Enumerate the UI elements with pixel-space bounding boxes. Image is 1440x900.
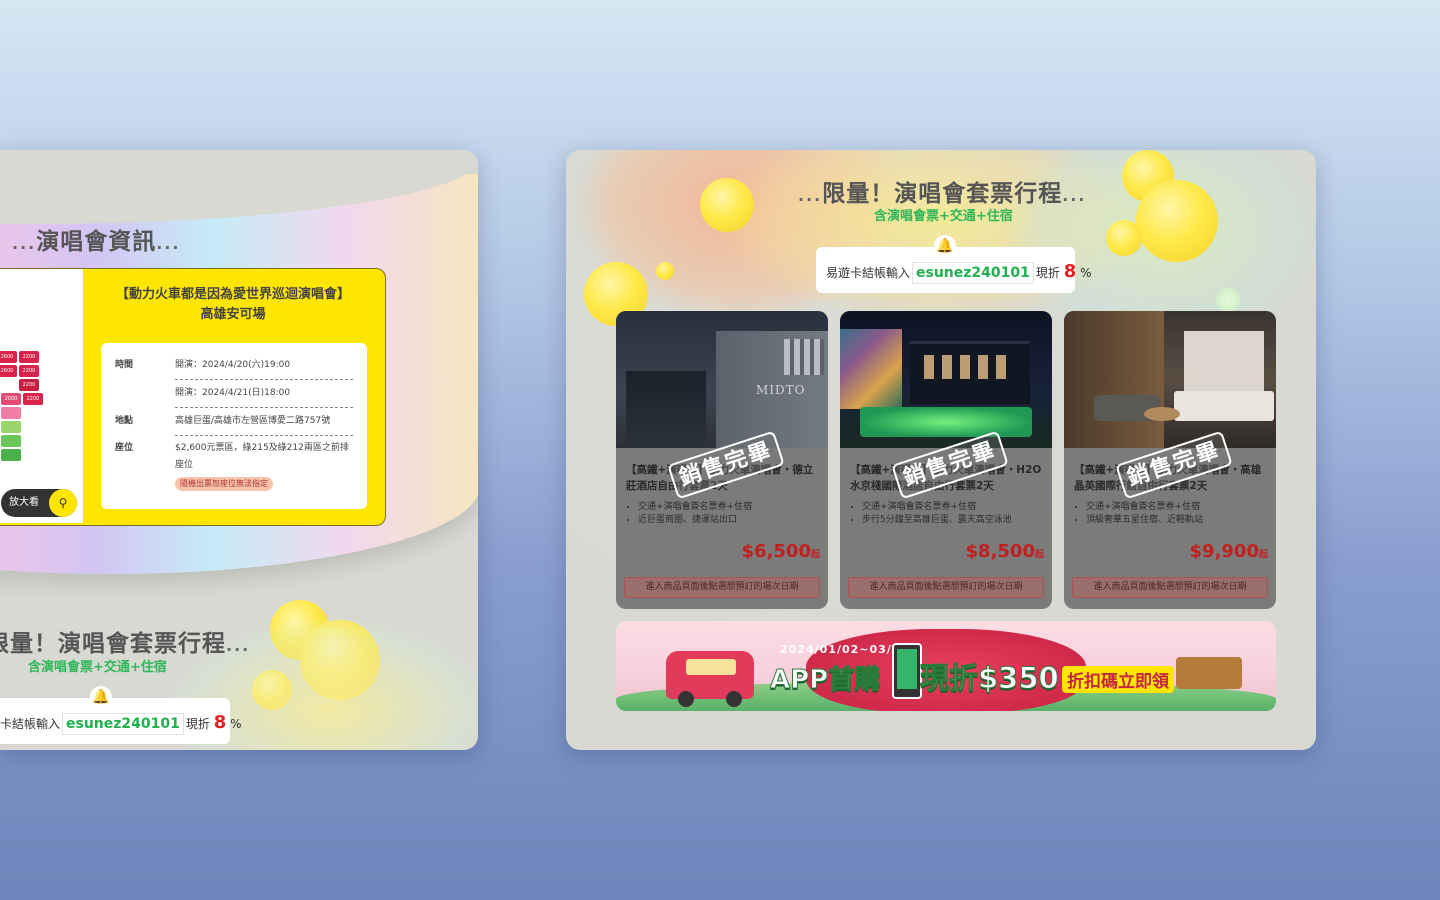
banner-date: 2024/01/02~03/31	[780, 643, 910, 656]
package-title: ...限量！演唱會套票行程...	[798, 181, 1087, 207]
place-label: 地點	[115, 416, 134, 426]
van-illustration	[666, 651, 754, 707]
seat-value: $2,600元票區，綠215及綠212兩區之前排座位	[175, 443, 349, 470]
seat-block: 2200	[19, 351, 39, 363]
picnic-illustration	[1176, 657, 1242, 689]
seat-label: 座位	[115, 443, 134, 453]
feature-item: 近巨蛋商圈、捷運站出口	[638, 514, 752, 527]
product-card[interactable]: 【高鐵+演唱會】動力火車演唱會・H2O水京棧國際酒店自由行套票2天 交通+演唱會…	[840, 311, 1052, 609]
feature-item: 頂級奢華五星住宿、近輕軌站	[1086, 514, 1203, 527]
banner-discount: 現折$350	[920, 661, 1060, 696]
hotel-photo: MIDTO	[616, 311, 828, 448]
seat-block	[1, 407, 21, 419]
banner-headline: APP首購	[769, 665, 881, 696]
divider	[175, 407, 353, 408]
promo-mid: 現折	[1035, 266, 1060, 280]
time-label: 時間	[115, 360, 134, 370]
seat-block: 2000	[1, 393, 21, 405]
promo-prefix: 卡結帳輸入	[0, 717, 61, 731]
feature-item: 交通+演唱會簽名票券+住宿	[638, 501, 752, 514]
deco-bubble	[1136, 180, 1218, 262]
product-features: 交通+演唱會簽名票券+住宿 步行5分鐘至高雄巨蛋、露天高空泳池	[852, 501, 1012, 527]
deco-bubble	[700, 178, 754, 232]
event-title-line1: 【動力火車都是因為愛世界巡迴演唱會】	[115, 287, 350, 302]
bell-icon: 🔔	[934, 235, 956, 257]
divider	[175, 379, 353, 380]
place-value: 高雄巨蛋/高雄市左營區博愛二路757號	[175, 416, 331, 426]
hotel-photo	[1064, 311, 1276, 448]
bell-icon: 🔔	[90, 686, 112, 708]
product-price: $8,500起	[965, 541, 1044, 562]
concert-info-card: 2600 2200 2600 2200 2200 2000 2200 放大看 ⚲…	[0, 268, 386, 526]
promo-code-box: 🔔 卡結帳輸入 esunez240101 現折 8 %	[0, 686, 241, 744]
package-subtitle: 含演唱會票+交通+住宿	[874, 209, 1013, 224]
event-title-line2: 高雄安可場	[200, 307, 266, 322]
seat-block	[1, 421, 21, 433]
promo-mid: 現折	[185, 717, 210, 731]
product-card[interactable]: MIDTO 【高鐵+演唱會】動力火車演唱會・德立莊酒店自由行套票2天 交通+演唱…	[616, 311, 828, 609]
event-detail-box: 時間 開演：2024/4/20(六)19:00 開演：2024/4/21(日)1…	[101, 343, 367, 509]
deco-bubble	[1216, 288, 1240, 312]
package-panel: ...限量！演唱會套票行程... 含演唱會票+交通+住宿 🔔 易遊卡結帳輸入 es…	[566, 150, 1316, 750]
feature-item: 步行5分鐘至高雄巨蛋、露天高空泳池	[862, 514, 1012, 527]
promo-percent: 8	[213, 712, 227, 733]
seat-note-wrap: 隨機出票恕座位無法指定	[175, 476, 353, 493]
deco-bubble	[1106, 220, 1142, 256]
promo-line: 易遊卡結帳輸入 esunez240101 現折 8 %	[826, 261, 1091, 284]
product-features: 交通+演唱會簽名票券+住宿 頂級奢華五星住宿、近輕軌站	[1076, 501, 1203, 527]
seat-note-badge: 隨機出票恕座位無法指定	[175, 477, 273, 491]
promo-line: 卡結帳輸入 esunez240101 現折 8 %	[0, 712, 241, 735]
product-features: 交通+演唱會簽名票券+住宿 近巨蛋商圈、捷運站出口	[628, 501, 752, 527]
concert-info-title: ...演唱會資訊...	[12, 229, 181, 255]
promo-percent: 8	[1063, 261, 1077, 282]
magnifier-icon: ⚲	[49, 489, 77, 517]
feature-item: 交通+演唱會簽名票券+住宿	[862, 501, 1012, 514]
product-card[interactable]: 【高鐵+演唱會】動力火車演唱會・高雄晶英國際行館自由行套票2天 交通+演唱會簽名…	[1064, 311, 1276, 609]
time-value-1: 開演：2024/4/20(六)19:00	[175, 360, 291, 370]
promo-code[interactable]: esunez240101	[62, 713, 184, 735]
book-date-button[interactable]: 進入商品頁面後點選想預訂的場次日期	[1072, 577, 1268, 598]
promo-unit: %	[230, 717, 242, 731]
zoom-label: 放大看	[9, 497, 39, 508]
deco-bubble	[656, 262, 674, 280]
feature-item: 交通+演唱會簽名票券+住宿	[1086, 501, 1203, 514]
divider	[175, 435, 353, 436]
product-price: $6,500起	[741, 541, 820, 562]
phone-icon	[892, 643, 922, 699]
book-date-button[interactable]: 進入商品頁面後點選想預訂的場次日期	[848, 577, 1044, 598]
app-promo-banner[interactable]: 2024/01/02~03/31 APP首購 現折$350 折扣碼立即領	[616, 621, 1276, 711]
promo-code[interactable]: esunez240101	[912, 262, 1034, 284]
hotel-photo	[840, 311, 1052, 448]
book-date-button[interactable]: 進入商品頁面後點選想預訂的場次日期	[624, 577, 820, 598]
seat-block: 2600	[0, 351, 17, 363]
seat-block	[1, 449, 21, 461]
banner-tail: 折扣碼立即領	[1062, 666, 1174, 693]
promo-prefix: 易遊卡結帳輸入	[826, 266, 911, 280]
seat-block	[1, 435, 21, 447]
event-title: 【動力火車都是因為愛世界巡迴演唱會】 高雄安可場	[83, 285, 383, 325]
product-price: $9,900起	[1189, 541, 1268, 562]
package-title: 限量！演唱會套票行程...	[0, 631, 251, 657]
promo-code-box: 🔔 易遊卡結帳輸入 esunez240101 現折 8 %	[816, 235, 1091, 293]
time-value-2: 開演：2024/4/21(日)18:00	[175, 388, 291, 398]
concert-info-panel: ...演唱會資訊... 2600 2200 2600 2200 2200 200…	[0, 150, 478, 750]
zoom-button[interactable]: 放大看 ⚲	[1, 489, 77, 517]
seat-block: 2200	[19, 379, 39, 391]
seat-block: 2200	[19, 365, 39, 377]
promo-unit: %	[1080, 266, 1092, 280]
seat-block: 2600	[0, 365, 17, 377]
seat-map-image[interactable]: 2600 2200 2600 2200 2200 2000 2200 放大看 ⚲	[0, 269, 83, 523]
package-subtitle: 含演唱會票+交通+住宿	[28, 660, 167, 675]
seat-block: 2200	[23, 393, 43, 405]
